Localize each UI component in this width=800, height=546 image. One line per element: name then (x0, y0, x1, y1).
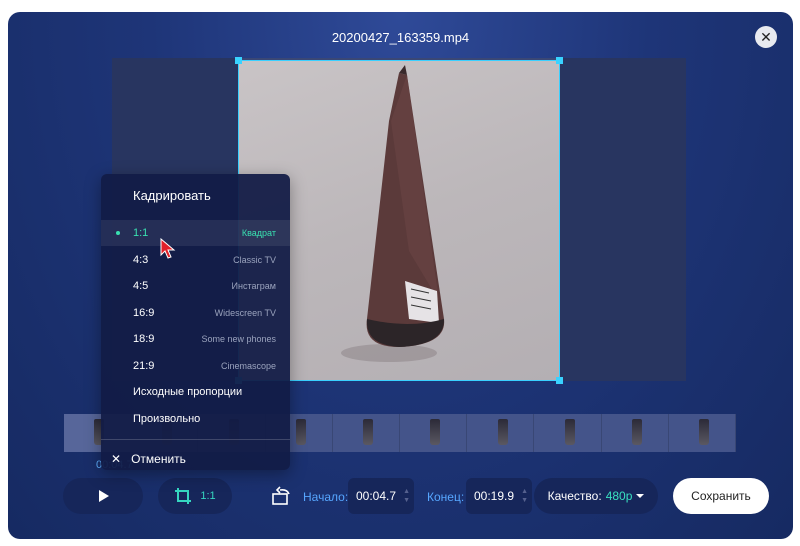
cancel-crop-button[interactable]: ✕ Отменить (111, 452, 186, 466)
crop-menu-item[interactable]: 4:5 Инстаграм (101, 273, 290, 299)
crop-menu-item[interactable]: 18:9 Some new phones (101, 326, 290, 352)
start-time-field[interactable]: 00:04.7 ▲ ▼ (348, 478, 414, 514)
play-icon (99, 490, 109, 502)
timeline-thumbnail[interactable] (534, 414, 602, 452)
crop-button[interactable]: 1:1 (158, 478, 232, 514)
crop-ratio-label: 1:1 (200, 490, 216, 502)
end-time-stepper[interactable]: ▲ ▼ (521, 487, 528, 505)
crop-menu-item[interactable]: 21:9 Cinemascope (101, 353, 290, 379)
crop-ratio-description: Cinemascope (220, 360, 276, 371)
crop-ratio: 21:9 (133, 359, 155, 372)
crop-ratio-description: Some new phones (201, 334, 276, 344)
end-label: Конец: (427, 490, 465, 504)
crop-menu-item[interactable]: 1:1 Квадрат (101, 220, 290, 246)
crop-menu: Кадрировать ✕ Отменить 1:1 Квадрат 4:3 Clas… (101, 174, 290, 470)
crop-ratio: 16:9 (133, 306, 155, 319)
crop-handle-bottom-right[interactable] (556, 377, 563, 384)
timeline-thumbnail[interactable] (668, 414, 737, 452)
timeline-thumbnail[interactable] (400, 414, 468, 452)
close-button[interactable]: ✕ (755, 26, 777, 48)
rotate-icon (272, 486, 290, 505)
play-button[interactable] (63, 478, 143, 514)
start-label: Начало: (303, 490, 349, 504)
crop-menu-item[interactable]: 16:9 Widescreen TV (101, 300, 290, 326)
quality-label: Качество: (547, 489, 602, 503)
mouse-cursor-icon (160, 238, 176, 259)
timeline-thumbnail[interactable] (332, 414, 401, 452)
crop-handle-top-right[interactable] (556, 57, 563, 64)
crop-ratio-description: Classic TV (233, 254, 276, 265)
crop-icon (175, 488, 192, 504)
start-time-stepper[interactable]: ▲ ▼ (403, 487, 410, 505)
crop-ratio: Произвольно (133, 412, 201, 425)
active-dot-icon (116, 231, 120, 235)
end-time-field[interactable]: 00:19.9 ▲ ▼ (466, 478, 532, 514)
window-title: 20200427_163359.mp4 (331, 30, 470, 45)
start-time-value: 00:04.7 (356, 489, 397, 503)
crop-ratio: Исходные пропорции (133, 386, 243, 398)
close-icon: ✕ (111, 452, 122, 466)
crop-handle-top-left[interactable] (235, 57, 242, 64)
timeline-thumbnail[interactable] (601, 414, 669, 452)
crop-menu-title: Кадрировать (133, 188, 211, 203)
quality-value: 480p (605, 489, 633, 503)
cancel-crop-label: Отменить (131, 452, 186, 466)
crop-ratio-description: Widescreen TV (214, 307, 276, 318)
crop-dim-right (560, 58, 686, 381)
crop-menu-item[interactable]: Исходные пропорции (101, 379, 290, 405)
save-button[interactable]: Сохранить (673, 478, 769, 514)
crop-ratio: 4:3 (133, 253, 149, 266)
quality-dropdown[interactable]: Качество: 480p (534, 478, 658, 514)
chevron-down-icon (636, 494, 645, 498)
crop-ratio-description: Инстаграм (231, 281, 276, 291)
crop-ratio: 4:5 (133, 280, 149, 292)
crop-menu-item[interactable]: 4:3 Classic TV (101, 247, 290, 273)
crop-ratio: 1:1 (133, 227, 149, 239)
video-editor-window: 20200427_163359.mp4 ✕ 00:04.7 1:1 (8, 12, 793, 539)
end-time-value: 00:19.9 (474, 489, 515, 503)
crop-ratio-description: Квадрат (241, 228, 276, 238)
close-icon: ✕ (760, 29, 772, 45)
timeline-thumbnail[interactable] (467, 414, 535, 452)
crop-ratio: 18:9 (133, 333, 155, 345)
rotate-button[interactable] (259, 478, 303, 514)
menu-divider (101, 439, 290, 440)
crop-menu-item[interactable]: Произвольно (101, 406, 290, 432)
